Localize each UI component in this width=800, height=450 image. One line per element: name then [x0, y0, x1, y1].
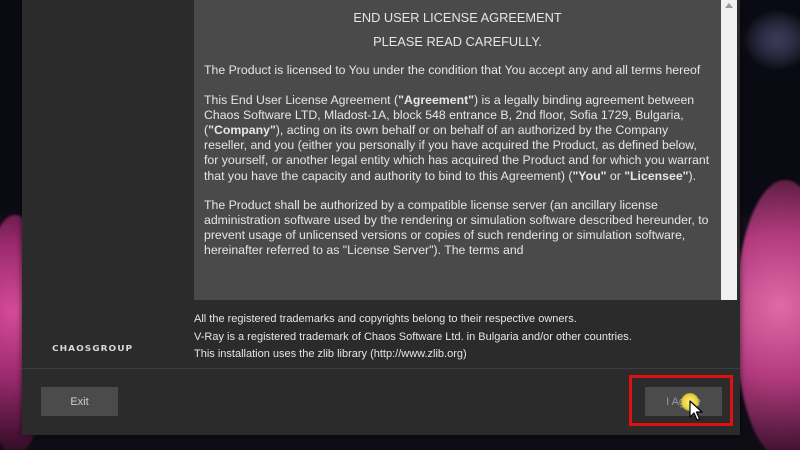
eula-subtitle: PLEASE READ CAREFULLY. [373, 34, 542, 50]
eula-paragraph-2: This End User License Agreement ("Agreem… [204, 93, 711, 184]
exit-button[interactable]: Exit [41, 387, 118, 416]
eula-paragraph-3: The Product shall be authorized by a com… [204, 197, 709, 258]
installer-window: CHAOSGROUP END USER LICENSE AGREEMENT PL… [22, 0, 740, 435]
legal-line-trademarks: All the registered trademarks and copyri… [194, 313, 577, 325]
eula-term-licensee: "Licensee" [624, 168, 689, 183]
eula-term-company: "Company" [208, 123, 276, 138]
scroll-thumb[interactable] [724, 18, 734, 168]
mouse-pointer-icon [689, 400, 703, 421]
chaosgroup-logo: CHAOSGROUP [52, 344, 134, 354]
scroll-up-arrow-icon[interactable] [725, 3, 733, 8]
eula-textbox[interactable]: END USER LICENSE AGREEMENT PLEASE READ C… [194, 0, 721, 300]
eula-scrollbar[interactable] [721, 0, 737, 300]
eula-term-agreement: "Agreement" [398, 92, 475, 107]
wallpaper-coral-right [735, 180, 800, 450]
wallpaper-coral-right-top [742, 10, 800, 70]
eula-text-segment: or [606, 168, 625, 183]
eula-text-segment: ). [688, 168, 697, 183]
eula-text-segment: This End User License Agreement ( [204, 92, 399, 107]
installer-sidebar [22, 0, 190, 368]
legal-line-vray: V-Ray is a registered trademark of Chaos… [194, 330, 632, 343]
legal-notice: All the registered trademarks and copyri… [194, 311, 632, 364]
footer-divider [22, 368, 740, 369]
eula-title: END USER LICENSE AGREEMENT [353, 10, 562, 25]
eula-paragraph-1: The Product is licensed to You under the… [204, 63, 701, 78]
legal-line-zlib: This installation uses the zlib library … [194, 348, 467, 360]
eula-term-you: "You" [572, 168, 607, 183]
